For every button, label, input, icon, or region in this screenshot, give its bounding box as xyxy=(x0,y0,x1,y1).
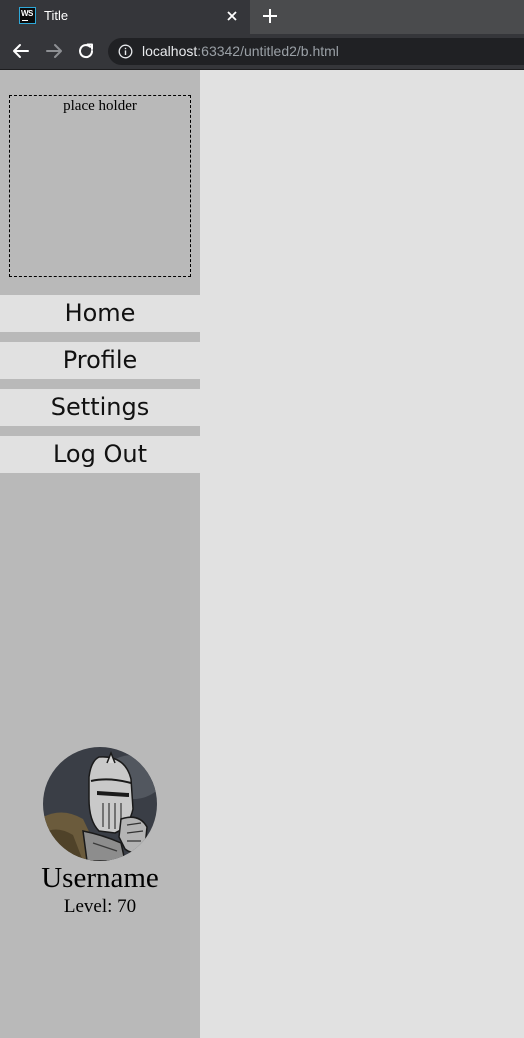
nav-item-settings[interactable]: Settings xyxy=(0,389,200,426)
main-content xyxy=(200,70,524,1038)
user-level: Level: 70 xyxy=(63,896,137,917)
webstorm-favicon-icon: WS xyxy=(19,7,36,24)
browser-toolbar: localhost:63342/untitled2/b.html xyxy=(0,34,524,70)
tab-strip: WS Title xyxy=(0,0,524,34)
page-viewport: place holder Home Profile Settings Log O… xyxy=(0,70,524,1038)
arrow-left-icon[interactable] xyxy=(10,40,32,62)
nav-item-log-out[interactable]: Log Out xyxy=(0,436,200,473)
logo-placeholder: place holder xyxy=(9,95,191,277)
sidebar: place holder Home Profile Settings Log O… xyxy=(0,70,200,1038)
nav-item-home[interactable]: Home xyxy=(0,295,200,332)
url-text: localhost:63342/untitled2/b.html xyxy=(142,43,339,60)
placeholder-text: place holder xyxy=(63,98,137,114)
arrow-right-icon[interactable] xyxy=(43,40,65,62)
info-icon[interactable] xyxy=(118,44,133,59)
browser-window: WS Title localhost:63342/untitled2/b.htm… xyxy=(0,0,524,1038)
tab-title: Title xyxy=(44,8,69,23)
url-path: :63342/untitled2/b.html xyxy=(197,43,339,59)
address-bar[interactable]: localhost:63342/untitled2/b.html xyxy=(108,38,524,65)
browser-tab[interactable]: WS Title xyxy=(0,0,250,34)
tab-strip-background xyxy=(250,0,524,34)
url-host: localhost xyxy=(142,43,198,59)
close-icon[interactable] xyxy=(224,8,240,24)
avatar[interactable] xyxy=(43,747,157,861)
reload-icon[interactable] xyxy=(75,40,97,62)
plus-icon[interactable] xyxy=(260,6,280,26)
favicon-text: WS xyxy=(21,9,33,18)
nav-item-profile[interactable]: Profile xyxy=(0,342,200,379)
username: Username xyxy=(41,862,159,894)
